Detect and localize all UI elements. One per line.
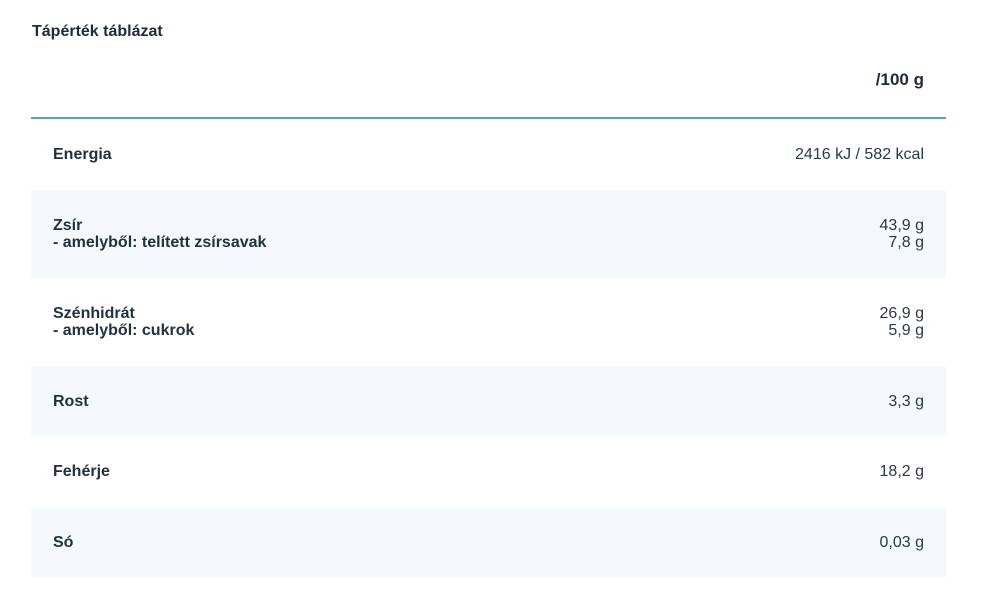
nutrient-value: 3,3 g [888,392,924,410]
row-label: Szénhidrát - amelyből: cukrok [53,305,194,339]
table-row-szenhidrat: Szénhidrát - amelyből: cukrok 26,9 g 5,9… [31,278,946,366]
nutrient-value: 0,03 g [879,533,924,551]
nutrient-sub-name: - amelyből: cukrok [53,322,195,339]
table-header: /100 g [31,58,946,119]
nutrient-name: Energia [53,146,112,163]
row-value: 18,2 g [880,463,924,480]
row-label: Energia [53,146,112,163]
table-row-so: Só 0,03 g [31,507,946,577]
nutrient-value: 43,9 g [879,217,924,234]
nutrient-name: Só [53,533,74,551]
table-row-zsir: Zsír - amelyből: telített zsírsavak 43,9… [31,190,946,278]
table-row-energia: Energia 2416 kJ / 582 kcal [31,119,946,190]
nutrition-title: Tápérték táblázat [32,23,163,40]
nutrient-name: Zsír [53,217,83,234]
row-value: 0,03 g [880,534,924,551]
table-row-rost: Rost 3,3 g [31,366,946,436]
row-label: Zsír - amelyből: telített zsírsavak [53,217,266,251]
row-value: 3,3 g [888,393,924,410]
table-row-feherje: Fehérje 18,2 g [31,436,946,507]
row-value: 2416 kJ / 582 kcal [795,146,924,163]
nutrient-sub-value: 5,9 g [888,322,924,339]
nutrient-value: 18,2 g [879,463,924,480]
unit-header: /100 g [875,70,924,89]
nutrient-sub-value: 7,8 g [888,234,924,251]
row-label: Rost [53,393,89,410]
nutrient-value: 26,9 g [879,305,924,322]
nutrient-value: 2416 kJ / 582 kcal [795,146,924,163]
nutrient-name: Rost [53,392,89,410]
row-value: 26,9 g 5,9 g [880,305,924,339]
nutrient-name: Szénhidrát [53,305,135,322]
row-label: Fehérje [53,463,110,480]
row-label: Só [53,534,73,551]
nutrient-name: Fehérje [53,463,110,480]
nutrient-sub-name: - amelyből: telített zsírsavak [53,234,267,251]
row-value: 43,9 g 7,8 g [880,217,924,251]
nutrition-table: /100 g Energia 2416 kJ / 582 kcal Zsír -… [31,58,946,577]
